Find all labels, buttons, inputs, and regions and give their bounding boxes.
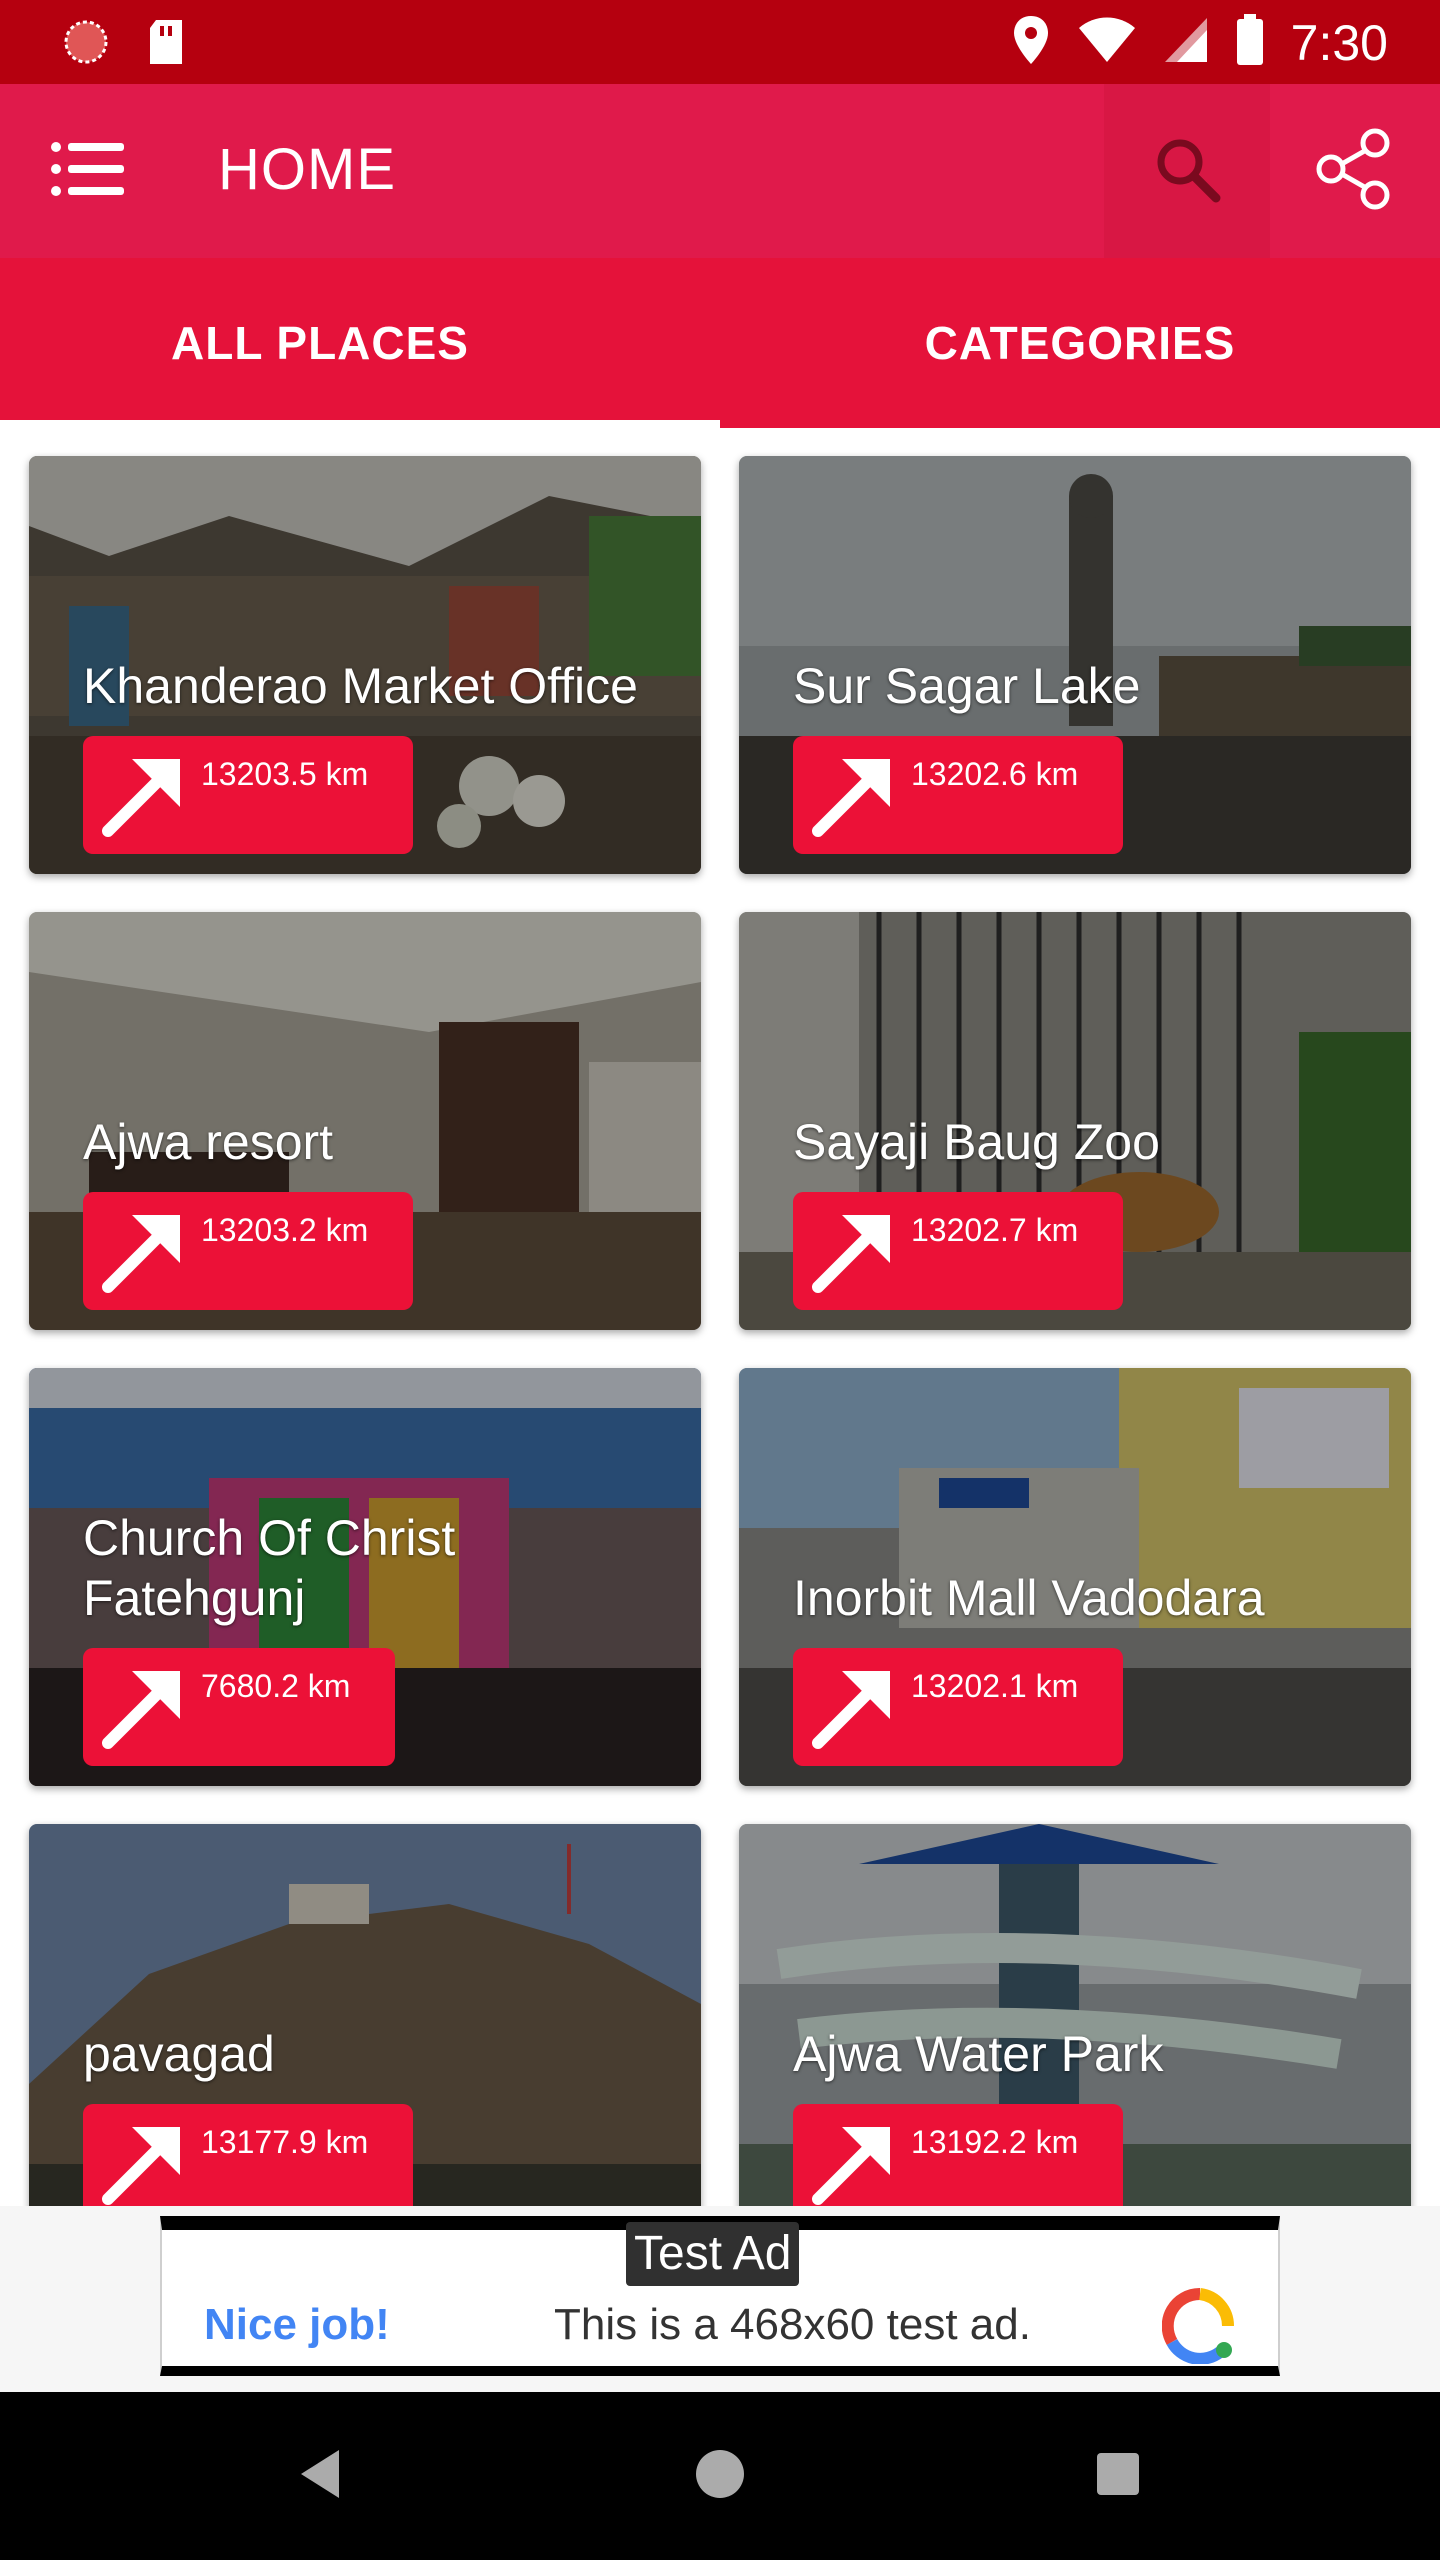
directions-button[interactable]: 13202.1 km bbox=[793, 1648, 1123, 1766]
arrow-up-right-icon bbox=[83, 1648, 201, 1766]
place-card-church-of-christ[interactable]: Church Of Christ Fatehgunj 7680.2 km bbox=[29, 1368, 701, 1786]
wifi-icon bbox=[1077, 16, 1137, 69]
tab-categories[interactable]: CATEGORIES bbox=[720, 258, 1440, 428]
directions-button[interactable]: 13203.5 km bbox=[83, 736, 413, 854]
ad-logo-icon bbox=[1161, 2287, 1238, 2365]
place-name: Sur Sagar Lake bbox=[793, 658, 1141, 714]
place-card-inorbit-mall[interactable]: Inorbit Mall Vadodara 13202.1 km bbox=[739, 1368, 1411, 1786]
place-card-ajwa-water-park[interactable]: Ajwa Water Park 13192.2 km bbox=[739, 1824, 1411, 2206]
place-name: Ajwa Water Park bbox=[793, 2026, 1164, 2082]
directions-button[interactable]: 13192.2 km bbox=[793, 2104, 1123, 2206]
distance-label: 13177.9 km bbox=[201, 2124, 369, 2160]
location-pin-icon bbox=[1011, 14, 1051, 71]
directions-button[interactable]: 7680.2 km bbox=[83, 1648, 395, 1766]
sd-card-icon bbox=[146, 18, 186, 71]
directions-button[interactable]: 13203.2 km bbox=[83, 1192, 413, 1310]
recents-square-icon bbox=[1093, 2449, 1143, 2504]
circle-dots-icon bbox=[62, 18, 110, 71]
distance-label: 13202.6 km bbox=[911, 756, 1079, 792]
distance-label: 13202.1 km bbox=[911, 1668, 1079, 1704]
places-grid: Khanderao Market Office 13203.5 km Sur S… bbox=[0, 428, 1440, 2206]
battery-icon bbox=[1235, 14, 1265, 71]
distance-label: 7680.2 km bbox=[201, 1668, 351, 1704]
place-name: pavagad bbox=[83, 2026, 275, 2082]
distance-label: 13192.2 km bbox=[911, 2124, 1079, 2160]
list-menu-icon bbox=[48, 139, 128, 204]
distance-label: 13203.5 km bbox=[201, 756, 369, 792]
status-time: 7:30 bbox=[1290, 14, 1388, 71]
search-icon bbox=[1152, 134, 1222, 209]
app-bar: HOME bbox=[0, 84, 1440, 258]
distance-label: 13203.2 km bbox=[201, 1212, 369, 1248]
recents-button[interactable] bbox=[1078, 2436, 1158, 2516]
place-card-ajwa-resort[interactable]: Ajwa resort 13203.2 km bbox=[29, 912, 701, 1330]
menu-button[interactable] bbox=[40, 129, 136, 213]
cell-signal-icon bbox=[1163, 16, 1209, 69]
arrow-up-right-icon bbox=[83, 2104, 201, 2206]
share-icon bbox=[1313, 127, 1397, 216]
arrow-up-right-icon bbox=[793, 736, 911, 854]
place-name: Ajwa resort bbox=[83, 1114, 334, 1170]
arrow-up-right-icon bbox=[793, 2104, 911, 2206]
arrow-up-right-icon bbox=[793, 1192, 911, 1310]
place-card-sur-sagar-lake[interactable]: Sur Sagar Lake 13202.6 km bbox=[739, 456, 1411, 874]
system-nav-bar bbox=[0, 2392, 1440, 2560]
status-bar: 7:30 bbox=[0, 0, 1440, 84]
home-circle-icon bbox=[692, 2446, 748, 2507]
search-button[interactable] bbox=[1104, 84, 1270, 258]
ad-headline: Nice job! bbox=[204, 2300, 390, 2349]
back-triangle-icon bbox=[295, 2446, 345, 2507]
place-card-sayaji-baug-zoo[interactable]: Sayaji Baug Zoo 13202.7 km bbox=[739, 912, 1411, 1330]
arrow-up-right-icon bbox=[793, 1648, 911, 1766]
directions-button[interactable]: 13202.7 km bbox=[793, 1192, 1123, 1310]
tab-all-places[interactable]: ALL PLACES bbox=[0, 258, 720, 428]
test-ad-label: Test Ad bbox=[626, 2222, 800, 2286]
share-button[interactable] bbox=[1270, 84, 1440, 258]
back-button[interactable] bbox=[280, 2436, 360, 2516]
place-name: Sayaji Baug Zoo bbox=[793, 1114, 1160, 1170]
ad-body: This is a 468x60 test ad. bbox=[554, 2300, 1031, 2349]
arrow-up-right-icon bbox=[83, 1192, 201, 1310]
place-card-pavagad[interactable]: pavagad 13177.9 km bbox=[29, 1824, 701, 2206]
place-name: Khanderao Market Office bbox=[83, 658, 638, 714]
home-button[interactable] bbox=[680, 2436, 760, 2516]
selected-tab-indicator bbox=[0, 420, 720, 428]
tab-bar: ALL PLACES CATEGORIES bbox=[0, 258, 1440, 428]
directions-button[interactable]: 13202.6 km bbox=[793, 736, 1123, 854]
place-card-khanderao-market[interactable]: Khanderao Market Office 13203.5 km bbox=[29, 456, 701, 874]
distance-label: 13202.7 km bbox=[911, 1212, 1079, 1248]
directions-button[interactable]: 13177.9 km bbox=[83, 2104, 413, 2206]
ad-area: Test Ad Nice job! This is a 468x60 test … bbox=[0, 2206, 1440, 2392]
page-title: HOME bbox=[218, 137, 396, 202]
arrow-up-right-icon bbox=[83, 736, 201, 854]
place-name: Church Of Christ Fatehgunj bbox=[83, 1510, 456, 1626]
place-name: Inorbit Mall Vadodara bbox=[793, 1570, 1265, 1626]
